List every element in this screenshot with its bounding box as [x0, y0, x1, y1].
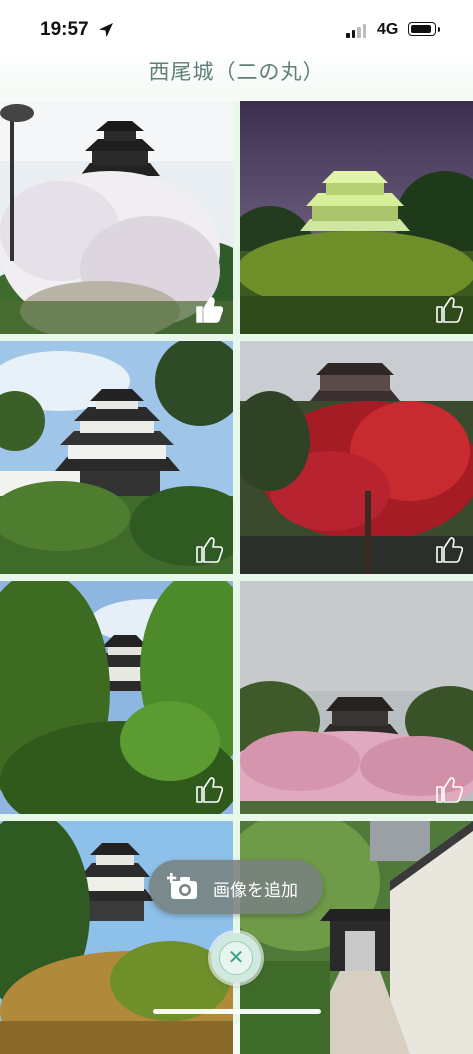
header: 西尾城（二の丸）: [0, 50, 473, 98]
castle-photo-image: [240, 821, 473, 1054]
page-title: 西尾城（二の丸）: [148, 60, 325, 84]
network-type: 4G: [377, 21, 399, 38]
thumbs-up-icon[interactable]: [195, 774, 223, 804]
add-image-label: 画像を追加: [213, 881, 298, 901]
thumbs-up-icon[interactable]: [195, 534, 223, 564]
photo-tile-3[interactable]: [0, 341, 233, 574]
photo-tile-6[interactable]: [240, 581, 473, 814]
photo-tile-1[interactable]: [0, 101, 233, 334]
photo-tile-4[interactable]: [240, 341, 473, 574]
thumbs-up-icon[interactable]: [435, 774, 463, 804]
location-arrow-icon: [99, 23, 113, 37]
castle-photo-image: [0, 821, 233, 1054]
home-indicator[interactable]: [153, 1009, 321, 1014]
thumbs-up-icon[interactable]: [435, 294, 463, 324]
add-image-button[interactable]: 画像を追加: [149, 860, 323, 914]
photo-tile-7[interactable]: [0, 821, 233, 1054]
camera-plus-icon: [167, 873, 197, 899]
status-bar: 19:57 4G: [0, 0, 473, 56]
photo-tile-2[interactable]: [240, 101, 473, 334]
thumbs-up-icon[interactable]: [195, 294, 223, 324]
photo-tile-5[interactable]: [0, 581, 233, 814]
battery-icon: [408, 22, 440, 36]
status-time: 19:57: [40, 19, 89, 40]
thumbs-up-icon[interactable]: [435, 534, 463, 564]
close-button[interactable]: ✕: [211, 933, 261, 983]
photo-tile-8[interactable]: [240, 821, 473, 1054]
signal-bars-icon: [346, 24, 366, 38]
close-icon: ✕: [219, 941, 253, 975]
